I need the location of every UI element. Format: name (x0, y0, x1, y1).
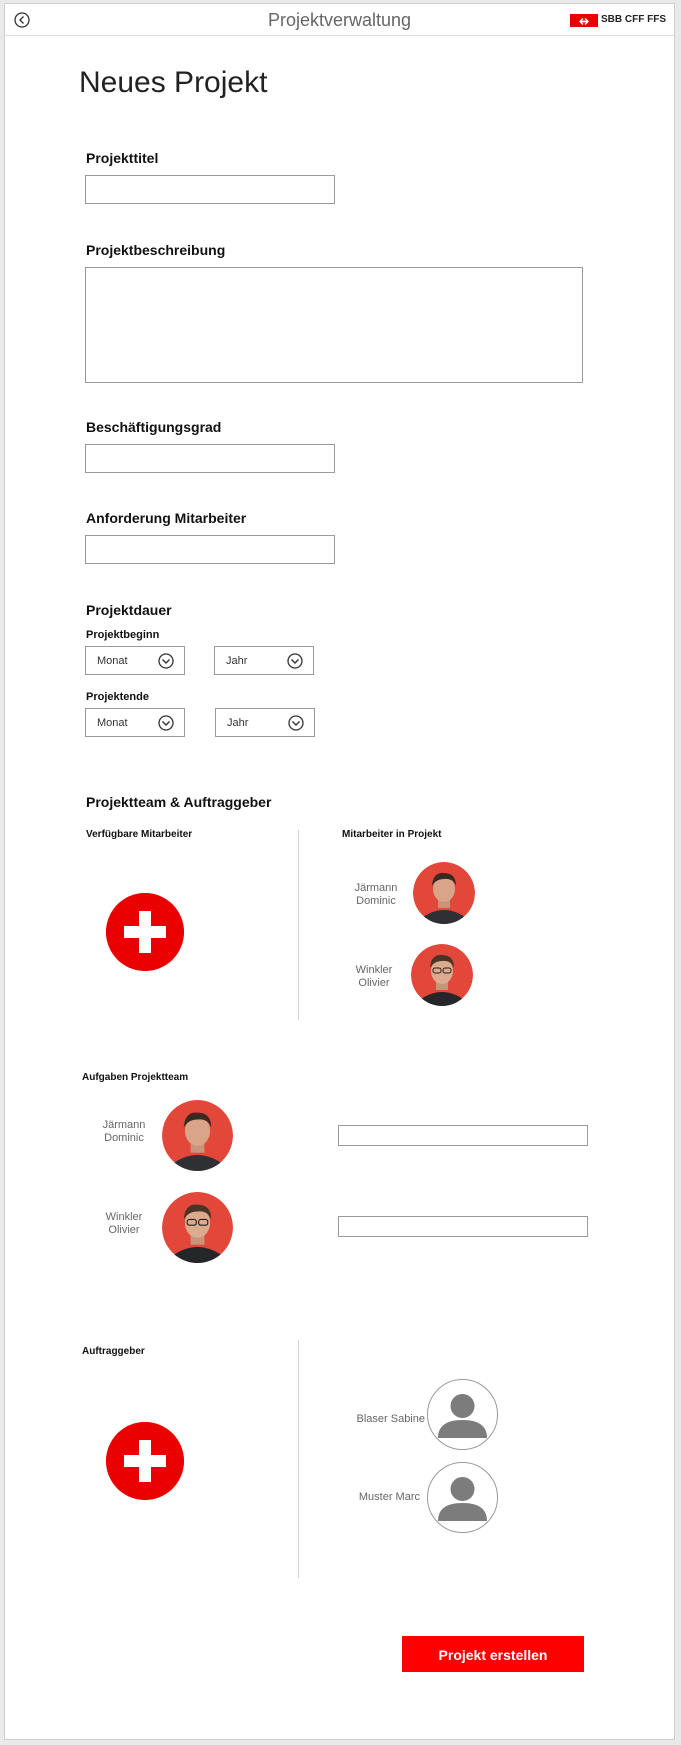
workload-label: Beschäftigungsgrad (86, 419, 222, 435)
chevron-down-icon (288, 715, 304, 731)
task-member-name: Winkler Olivier (93, 1211, 155, 1237)
team-divider (298, 830, 299, 1020)
client-name: Muster Marc (358, 1491, 420, 1503)
end-label: Projektende (86, 691, 149, 703)
task-member-lastname: Järmann (102, 1119, 146, 1131)
available-employees-label: Verfügbare Mitarbeiter (86, 829, 193, 840)
task-input[interactable] (338, 1216, 588, 1237)
project-employees-label: Mitarbeiter in Projekt (342, 829, 442, 840)
task-member-firstname: Olivier (108, 1224, 140, 1236)
start-label: Projektbeginn (86, 629, 160, 641)
team-section-label: Projektteam & Auftraggeber (86, 794, 272, 810)
logo-text: SBB CFF FFS (601, 14, 666, 25)
add-employee-button[interactable] (106, 893, 184, 971)
task-member-lastname: Winkler (105, 1211, 143, 1223)
end-year-value: Jahr (227, 717, 249, 729)
member-avatar[interactable] (413, 862, 475, 924)
workload-input[interactable] (85, 444, 335, 473)
task-member-avatar (162, 1100, 233, 1171)
start-year-select[interactable]: Jahr (214, 646, 314, 675)
add-client-button[interactable] (106, 1422, 184, 1500)
person-icon (438, 1477, 487, 1521)
chevron-down-icon (287, 653, 303, 669)
member-lastname: Winkler (355, 964, 393, 976)
chevron-down-icon (158, 653, 174, 669)
project-description-textarea[interactable] (85, 267, 583, 383)
member-avatar[interactable] (411, 944, 473, 1006)
client-name: Blaser Sabine (356, 1413, 426, 1425)
member-name: Järmann Dominic (345, 882, 407, 908)
project-title-input[interactable] (85, 175, 335, 204)
tasks-section-label: Aufgaben Projektteam (82, 1072, 189, 1083)
end-month-value: Monat (97, 717, 128, 729)
sbb-logo-icon (570, 14, 598, 27)
client-avatar[interactable] (427, 1462, 498, 1533)
clients-divider (298, 1340, 299, 1578)
page-title: Neues Projekt (79, 66, 268, 99)
client-avatar[interactable] (427, 1379, 498, 1450)
member-name: Winkler Olivier (343, 964, 405, 990)
member-firstname: Dominic (356, 895, 396, 907)
create-project-button[interactable]: Projekt erstellen (402, 1636, 584, 1672)
member-firstname: Olivier (358, 977, 390, 989)
duration-label: Projektdauer (86, 602, 172, 618)
person-icon (438, 1394, 487, 1438)
end-year-select[interactable]: Jahr (215, 708, 315, 737)
member-lastname: Järmann (354, 882, 398, 894)
clients-section-label: Auftraggeber (82, 1346, 145, 1357)
start-month-select[interactable]: Monat (85, 646, 185, 675)
start-year-value: Jahr (226, 655, 248, 667)
start-month-value: Monat (97, 655, 128, 667)
task-input[interactable] (338, 1125, 588, 1146)
top-bar: Projektverwaltung SBB CFF FFS (5, 4, 674, 36)
task-member-avatar (162, 1192, 233, 1263)
chevron-down-icon (158, 715, 174, 731)
task-member-firstname: Dominic (104, 1132, 144, 1144)
task-member-name: Järmann Dominic (93, 1119, 155, 1145)
requirements-input[interactable] (85, 535, 335, 564)
app-window: Projektverwaltung SBB CFF FFS Neues Proj… (4, 3, 675, 1740)
end-month-select[interactable]: Monat (85, 708, 185, 737)
requirements-label: Anforderung Mitarbeiter (86, 510, 247, 526)
project-title-label: Projekttitel (86, 150, 159, 166)
sbb-logo: SBB CFF FFS (570, 14, 666, 27)
project-description-label: Projektbeschreibung (86, 242, 226, 258)
